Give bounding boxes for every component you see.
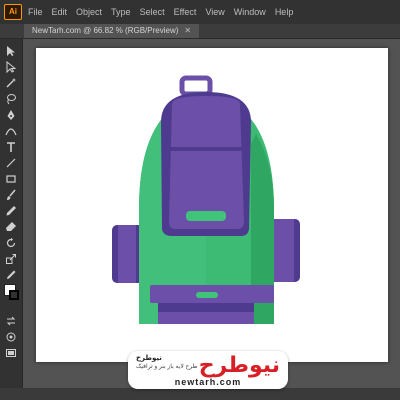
document-tab-bar: NewTarh.com @ 66.82 % (RGB/Preview) ✕ [0, 24, 400, 39]
close-icon[interactable]: ✕ [184, 24, 191, 38]
paintbrush-icon[interactable] [4, 189, 18, 201]
menu-effect[interactable]: Effect [174, 7, 197, 17]
curvature-tool-icon[interactable] [4, 125, 18, 137]
document-tab-title: NewTarh.com @ 66.82 % (RGB/Preview) [32, 26, 179, 35]
watermark-badge: نیوطرح دانلود طرح لایه باز بنر و ترافیک … [128, 351, 288, 389]
backpack-illustration[interactable] [106, 74, 306, 324]
front-pocket-shadow [158, 303, 254, 312]
menu-file[interactable]: File [28, 7, 43, 17]
type-tool-icon[interactable] [4, 141, 18, 153]
right-side-pocket-face [274, 219, 294, 282]
top-flap [169, 96, 244, 229]
front-pocket-strap [196, 292, 218, 298]
tools-panel [0, 39, 23, 400]
artboard[interactable] [36, 48, 388, 362]
stroke-color-swatch[interactable] [9, 290, 19, 300]
scale-tool-icon[interactable] [4, 253, 18, 265]
menu-view[interactable]: View [205, 7, 224, 17]
eyedropper-icon[interactable] [4, 269, 18, 281]
lasso-icon[interactable] [4, 93, 18, 105]
app-logo-icon: Ai [4, 4, 22, 20]
swap-colors-icon[interactable] [4, 315, 18, 327]
selection-tool-icon[interactable] [4, 45, 18, 57]
document-tab[interactable]: NewTarh.com @ 66.82 % (RGB/Preview) ✕ [24, 24, 200, 38]
menu-window[interactable]: Window [234, 7, 266, 17]
line-tool-icon[interactable] [4, 157, 18, 169]
menu-object[interactable]: Object [76, 7, 102, 17]
left-side-pocket-face [118, 225, 136, 283]
flap-strap [186, 211, 226, 221]
watermark-title: نیوطرح [136, 355, 162, 362]
draw-mode-icon[interactable] [4, 331, 18, 343]
menu-edit[interactable]: Edit [52, 7, 68, 17]
menu-type[interactable]: Type [111, 7, 131, 17]
backpack-handle [179, 75, 213, 97]
watermark-domain: newtarh.com [174, 377, 242, 387]
rotate-tool-icon[interactable] [4, 237, 18, 249]
screen-mode-icon[interactable] [4, 347, 18, 359]
eraser-icon[interactable] [4, 221, 18, 233]
pencil-icon[interactable] [4, 205, 18, 217]
menu-bar: Ai File Edit Object Type Select Effect V… [0, 0, 400, 24]
menu-select[interactable]: Select [140, 7, 165, 17]
menu-help[interactable]: Help [275, 7, 294, 17]
pen-tool-icon[interactable] [4, 109, 18, 121]
direct-selection-tool-icon[interactable] [4, 61, 18, 73]
status-bar [0, 388, 400, 400]
magic-wand-icon[interactable] [4, 77, 18, 89]
rectangle-tool-icon[interactable] [4, 173, 18, 185]
watermark-brand-logo: نیوطرح [198, 353, 280, 378]
